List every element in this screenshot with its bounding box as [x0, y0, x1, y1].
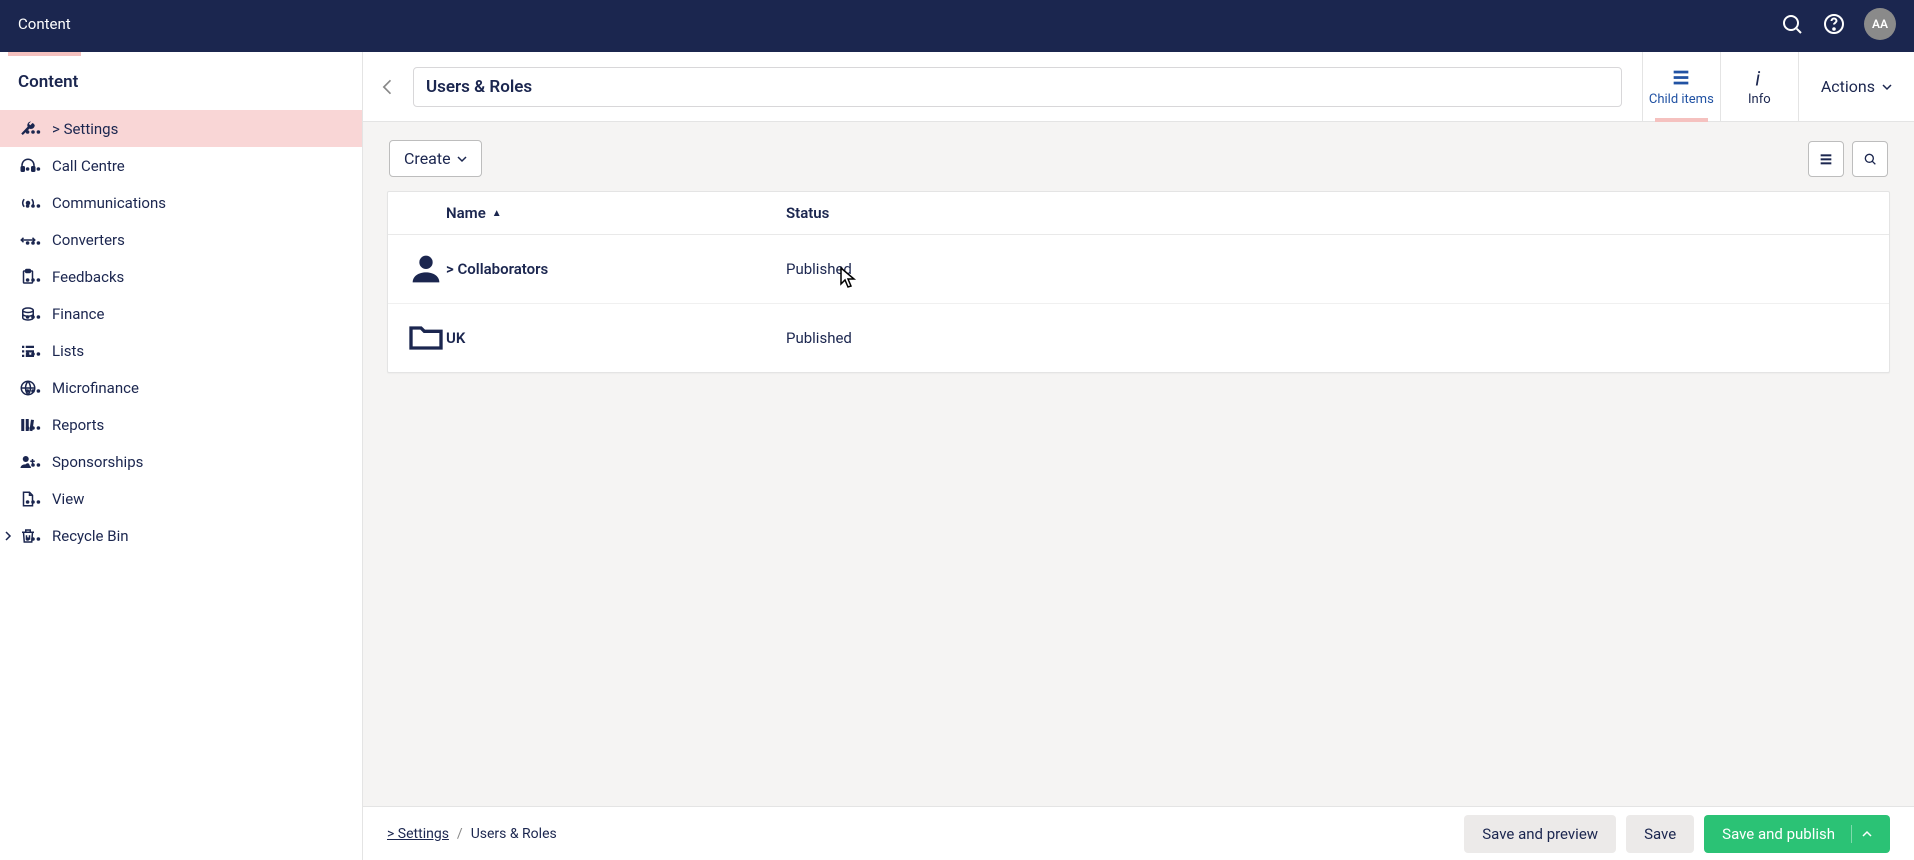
column-status[interactable]: Status	[786, 204, 1871, 222]
topbar-title[interactable]: Content	[18, 0, 71, 51]
save-and-publish-button[interactable]: Save and publish	[1704, 815, 1890, 853]
actions-label: Actions	[1821, 77, 1875, 96]
sidebar-item-communications[interactable]: Communications	[0, 184, 362, 221]
toolbar: Create	[363, 122, 1914, 191]
main-panel: Child items i Info Actions Create	[363, 52, 1914, 860]
sidebar-item-lists[interactable]: Lists	[0, 332, 362, 369]
breadcrumb-current: Users & Roles	[471, 826, 557, 842]
coins-icon	[18, 305, 38, 323]
sidebar-item-feedbacks[interactable]: Feedbacks	[0, 258, 362, 295]
svg-text:i: i	[1756, 67, 1761, 89]
list-header: Name ▲ Status	[388, 192, 1889, 235]
sidebar-item-sponsorships[interactable]: Sponsorships	[0, 443, 362, 480]
sort-asc-icon: ▲	[492, 208, 502, 219]
breadcrumb: > Settings / Users & Roles	[387, 826, 557, 842]
tab-child-items[interactable]: Child items	[1643, 52, 1721, 121]
tab-info-label: Info	[1748, 92, 1771, 107]
user-icon	[406, 249, 446, 289]
layout-toggle-button[interactable]	[1808, 141, 1844, 177]
column-name-label: Name	[446, 204, 486, 222]
editor-header: Child items i Info Actions	[363, 52, 1914, 122]
globe-icon	[18, 379, 38, 397]
sidebar-item-label: Communications	[52, 194, 166, 212]
breadcrumb-separator: /	[457, 826, 463, 842]
table-row[interactable]: > CollaboratorsPublished	[388, 235, 1889, 304]
topbar: Content AA	[0, 0, 1914, 52]
tab-child-items-label: Child items	[1649, 92, 1714, 107]
actions-menu[interactable]: Actions	[1799, 52, 1914, 121]
column-status-label: Status	[786, 204, 829, 222]
sidebar-item-converters[interactable]: Converters	[0, 221, 362, 258]
sidebar-item-label: Feedbacks	[52, 268, 124, 286]
sidebar-item-call-centre[interactable]: Call Centre	[0, 147, 362, 184]
sidebar-item-label: > Settings	[52, 120, 118, 138]
avatar[interactable]: AA	[1864, 8, 1896, 40]
help-icon[interactable]	[1822, 12, 1846, 36]
folder-icon	[406, 318, 446, 358]
sidebar-item-label: Converters	[52, 231, 125, 249]
sidebar-item-label: View	[52, 490, 84, 508]
child-items-list: Name ▲ Status > CollaboratorsPublishedUK…	[387, 191, 1890, 373]
row-status: Published	[786, 260, 1871, 278]
table-row[interactable]: UKPublished	[388, 304, 1889, 372]
sidebar-item-label: Call Centre	[52, 157, 125, 175]
create-label: Create	[404, 149, 451, 168]
row-name[interactable]: UK	[446, 329, 786, 347]
breadcrumb-settings[interactable]: > Settings	[387, 826, 449, 842]
headset-icon	[18, 157, 38, 175]
broadcast-icon	[18, 194, 38, 212]
wrench-icon	[18, 120, 38, 138]
column-name[interactable]: Name ▲	[446, 204, 786, 222]
back-button[interactable]	[363, 52, 413, 121]
sidebar-item-recycle-bin[interactable]: Recycle Bin	[0, 517, 362, 554]
editor-footer: > Settings / Users & Roles Save and prev…	[363, 806, 1914, 860]
sidebar-item-label: Lists	[52, 342, 84, 360]
save-and-preview-button[interactable]: Save and preview	[1464, 815, 1616, 853]
save-publish-label: Save and publish	[1722, 825, 1835, 843]
sidebar-item-label: Sponsorships	[52, 453, 143, 471]
search-icon[interactable]	[1780, 12, 1804, 36]
sidebar-item-view[interactable]: View	[0, 480, 362, 517]
sidebar-item-microfinance[interactable]: Microfinance	[0, 369, 362, 406]
sidebar-item-reports[interactable]: Reports	[0, 406, 362, 443]
arrows-h-icon	[18, 231, 38, 249]
books-icon	[18, 416, 38, 434]
sidebar-item-label: Finance	[52, 305, 104, 323]
save-button[interactable]: Save	[1626, 815, 1694, 853]
sidebar-item-finance[interactable]: Finance	[0, 295, 362, 332]
save-publish-dropdown[interactable]	[1851, 825, 1872, 843]
sidebar-item-settings[interactable]: > Settings	[0, 110, 362, 147]
tab-info[interactable]: i Info	[1721, 52, 1799, 121]
chevron-right-icon[interactable]	[4, 527, 12, 545]
row-name[interactable]: > Collaborators	[446, 260, 786, 278]
row-status: Published	[786, 329, 1871, 347]
sidebar-item-label: Reports	[52, 416, 104, 434]
sidebar: Content > Settings Call Centre Communicati…	[0, 52, 363, 860]
sidebar-item-label: Recycle Bin	[52, 527, 129, 545]
user-plus-icon	[18, 453, 38, 471]
file-icon	[18, 490, 38, 508]
create-button[interactable]: Create	[389, 140, 482, 177]
sidebar-header: Content	[0, 52, 362, 102]
clipboard-icon	[18, 268, 38, 286]
list-icon	[18, 342, 38, 360]
list-search-button[interactable]	[1852, 141, 1888, 177]
trash-icon	[18, 527, 38, 545]
sidebar-item-label: Microfinance	[52, 379, 139, 397]
node-title-input[interactable]	[413, 67, 1622, 107]
